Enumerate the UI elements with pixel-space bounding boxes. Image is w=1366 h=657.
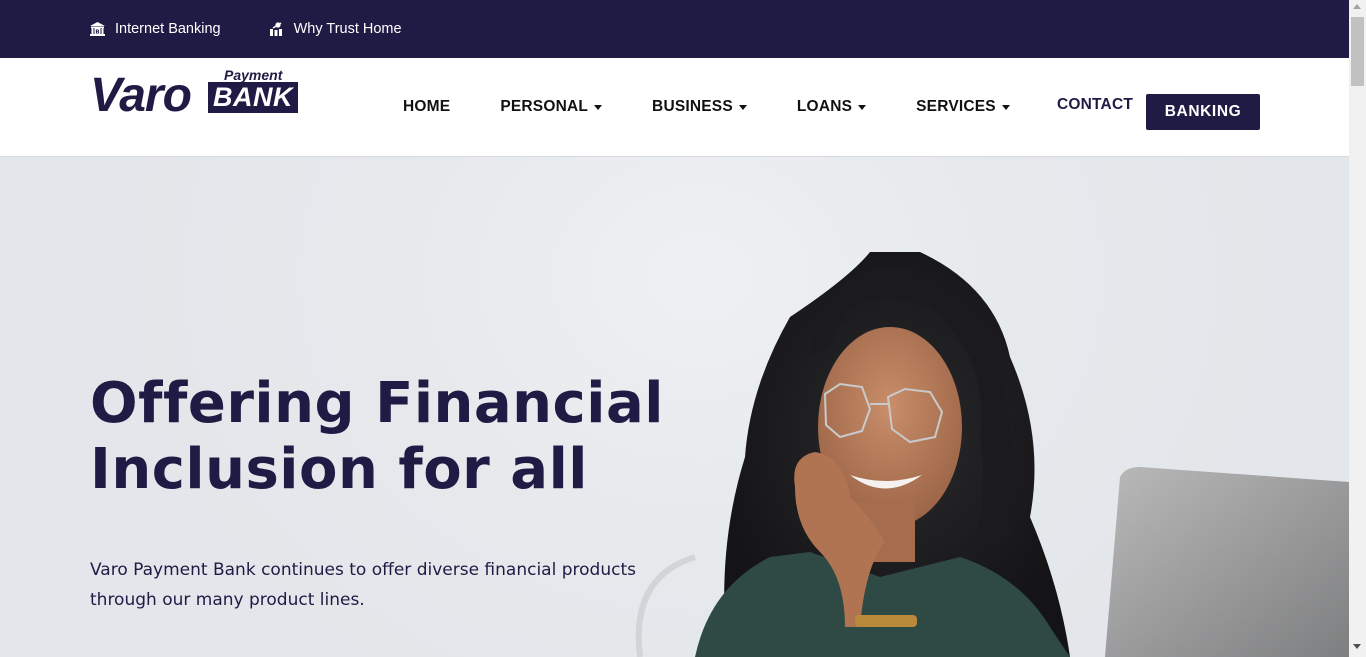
nav-business-label: BUSINESS [652, 98, 733, 115]
varo-payment-bank-logo[interactable]: Varo Payment BANK [90, 67, 302, 122]
scroll-down-arrow-icon[interactable] [1353, 644, 1361, 649]
logo-wordmark: Varo [90, 69, 192, 122]
page: B Internet Banking Why Trust Home Varo P… [0, 0, 1349, 657]
nav-personal-label: PERSONAL [500, 98, 589, 115]
trust-chart-icon [269, 22, 284, 36]
nav-contact[interactable]: CONTACT [1057, 96, 1133, 114]
nav-loans[interactable]: LOANS [796, 98, 867, 116]
why-trust-home-link[interactable]: Why Trust Home [269, 21, 402, 37]
caret-down-icon [1001, 104, 1010, 110]
nav-loans-label: LOANS [796, 98, 853, 115]
nav-services[interactable]: SERVICES [916, 98, 1010, 116]
top-bar: B Internet Banking Why Trust Home [0, 0, 1349, 58]
internet-banking-label: Internet Banking [115, 21, 221, 37]
hero-section: Offering Financial Inclusion for all Var… [0, 157, 1349, 657]
nav-personal[interactable]: PERSONAL [500, 98, 603, 116]
laptop-shape [1105, 467, 1349, 657]
hero-title: Offering Financial Inclusion for all [90, 371, 664, 503]
hero-title-line2: Inclusion for all [90, 437, 588, 502]
page-scrollbar[interactable] [1349, 0, 1366, 657]
main-nav: HOME PERSONAL BUSINESS LOANS SERVICES [403, 58, 1060, 157]
caret-down-icon [858, 104, 867, 110]
internet-banking-link[interactable]: B Internet Banking [90, 21, 221, 37]
why-trust-home-label: Why Trust Home [293, 21, 402, 37]
nav-contact-label: CONTACT [1057, 96, 1134, 113]
caret-down-icon [594, 104, 603, 110]
hero-photo [635, 252, 1349, 657]
hero-title-line1: Offering Financial [90, 371, 664, 436]
hero-description: Varo Payment Bank continues to offer div… [90, 560, 636, 610]
nav-services-label: SERVICES [916, 98, 996, 115]
scrollbar-thumb[interactable] [1351, 17, 1364, 86]
logo-payment-text: Payment [224, 67, 283, 83]
caret-down-icon [738, 104, 747, 110]
logo-bank-box: BANK [208, 82, 298, 113]
banking-button[interactable]: BANKING [1146, 94, 1260, 130]
bank-building-icon: B [90, 22, 105, 36]
scroll-up-arrow-icon[interactable] [1353, 4, 1361, 9]
nav-home[interactable]: HOME [403, 98, 450, 116]
nav-business[interactable]: BUSINESS [652, 98, 747, 116]
nav-home-label: HOME [403, 98, 451, 115]
